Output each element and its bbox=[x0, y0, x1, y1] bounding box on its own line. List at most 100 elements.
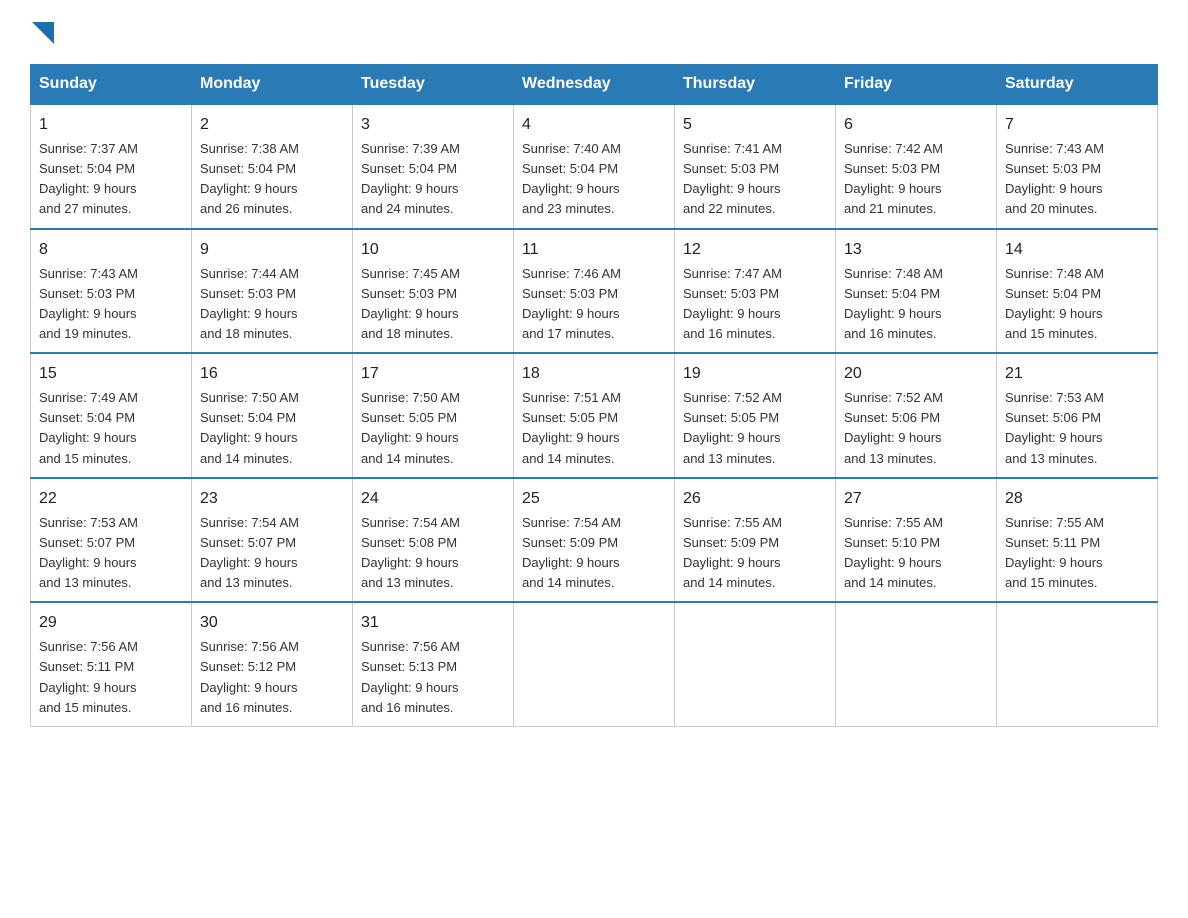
day-number: 30 bbox=[200, 611, 344, 635]
weekday-header-friday: Friday bbox=[836, 65, 997, 105]
calendar-cell: 5 Sunrise: 7:41 AMSunset: 5:03 PMDaylight… bbox=[675, 104, 836, 229]
day-info: Sunrise: 7:56 AMSunset: 5:11 PMDaylight:… bbox=[39, 639, 138, 714]
day-number: 14 bbox=[1005, 238, 1149, 262]
day-number: 8 bbox=[39, 238, 183, 262]
day-info: Sunrise: 7:55 AMSunset: 5:11 PMDaylight:… bbox=[1005, 515, 1104, 590]
calendar-cell: 10Sunrise: 7:45 AMSunset: 5:03 PMDayligh… bbox=[353, 229, 514, 354]
day-number: 27 bbox=[844, 487, 988, 511]
calendar-cell: 25 Sunrise: 7:54 AMSunset: 5:09 PMDayligh… bbox=[514, 478, 675, 603]
calendar-cell: 15 Sunrise: 7:49 AMSunset: 5:04 PMDayligh… bbox=[31, 353, 192, 478]
calendar-cell: 17Sunrise: 7:50 AMSunset: 5:05 PMDayligh… bbox=[353, 353, 514, 478]
calendar-cell: 20Sunrise: 7:52 AMSunset: 5:06 PMDayligh… bbox=[836, 353, 997, 478]
weekday-header-thursday: Thursday bbox=[675, 65, 836, 105]
day-number: 11 bbox=[522, 238, 666, 262]
logo-arrow-icon bbox=[32, 22, 54, 44]
calendar-cell: 24 Sunrise: 7:54 AMSunset: 5:08 PMDayligh… bbox=[353, 478, 514, 603]
calendar-cell: 31 Sunrise: 7:56 AMSunset: 5:13 PMDayligh… bbox=[353, 602, 514, 726]
day-number: 1 bbox=[39, 113, 183, 137]
calendar-cell: 26Sunrise: 7:55 AMSunset: 5:09 PMDayligh… bbox=[675, 478, 836, 603]
day-number: 19 bbox=[683, 362, 827, 386]
calendar-cell: 13Sunrise: 7:48 AMSunset: 5:04 PMDayligh… bbox=[836, 229, 997, 354]
day-number: 7 bbox=[1005, 113, 1149, 137]
day-info: Sunrise: 7:54 AMSunset: 5:09 PMDaylight:… bbox=[522, 515, 621, 590]
weekday-header-sunday: Sunday bbox=[31, 65, 192, 105]
day-number: 24 bbox=[361, 487, 505, 511]
day-info: Sunrise: 7:43 AMSunset: 5:03 PMDaylight:… bbox=[1005, 141, 1104, 216]
calendar-week-row: 1 Sunrise: 7:37 AMSunset: 5:04 PMDaylight… bbox=[31, 104, 1158, 229]
calendar-week-row: 29 Sunrise: 7:56 AMSunset: 5:11 PMDayligh… bbox=[31, 602, 1158, 726]
day-info: Sunrise: 7:55 AMSunset: 5:10 PMDaylight:… bbox=[844, 515, 943, 590]
day-info: Sunrise: 7:51 AMSunset: 5:05 PMDaylight:… bbox=[522, 390, 621, 465]
day-info: Sunrise: 7:44 AMSunset: 5:03 PMDaylight:… bbox=[200, 266, 299, 341]
day-info: Sunrise: 7:38 AMSunset: 5:04 PMDaylight:… bbox=[200, 141, 299, 216]
day-info: Sunrise: 7:56 AMSunset: 5:13 PMDaylight:… bbox=[361, 639, 460, 714]
day-number: 4 bbox=[522, 113, 666, 137]
calendar-cell bbox=[514, 602, 675, 726]
day-number: 9 bbox=[200, 238, 344, 262]
day-info: Sunrise: 7:54 AMSunset: 5:08 PMDaylight:… bbox=[361, 515, 460, 590]
day-number: 22 bbox=[39, 487, 183, 511]
calendar-cell: 8 Sunrise: 7:43 AMSunset: 5:03 PMDaylight… bbox=[31, 229, 192, 354]
day-number: 2 bbox=[200, 113, 344, 137]
day-info: Sunrise: 7:47 AMSunset: 5:03 PMDaylight:… bbox=[683, 266, 782, 341]
calendar-cell: 29 Sunrise: 7:56 AMSunset: 5:11 PMDayligh… bbox=[31, 602, 192, 726]
weekday-header-monday: Monday bbox=[192, 65, 353, 105]
calendar-cell bbox=[997, 602, 1158, 726]
calendar-cell: 7 Sunrise: 7:43 AMSunset: 5:03 PMDaylight… bbox=[997, 104, 1158, 229]
day-info: Sunrise: 7:37 AMSunset: 5:04 PMDaylight:… bbox=[39, 141, 138, 216]
calendar-cell: 4Sunrise: 7:40 AMSunset: 5:04 PMDaylight… bbox=[514, 104, 675, 229]
calendar-week-row: 22 Sunrise: 7:53 AMSunset: 5:07 PMDayligh… bbox=[31, 478, 1158, 603]
calendar-cell: 18 Sunrise: 7:51 AMSunset: 5:05 PMDayligh… bbox=[514, 353, 675, 478]
day-info: Sunrise: 7:55 AMSunset: 5:09 PMDaylight:… bbox=[683, 515, 782, 590]
weekday-header-wednesday: Wednesday bbox=[514, 65, 675, 105]
calendar-cell bbox=[675, 602, 836, 726]
day-info: Sunrise: 7:42 AMSunset: 5:03 PMDaylight:… bbox=[844, 141, 943, 216]
day-info: Sunrise: 7:39 AMSunset: 5:04 PMDaylight:… bbox=[361, 141, 460, 216]
day-info: Sunrise: 7:56 AMSunset: 5:12 PMDaylight:… bbox=[200, 639, 299, 714]
day-number: 18 bbox=[522, 362, 666, 386]
day-number: 16 bbox=[200, 362, 344, 386]
calendar-cell: 14 Sunrise: 7:48 AMSunset: 5:04 PMDayligh… bbox=[997, 229, 1158, 354]
day-number: 10 bbox=[361, 238, 505, 262]
day-number: 21 bbox=[1005, 362, 1149, 386]
calendar-cell: 22 Sunrise: 7:53 AMSunset: 5:07 PMDayligh… bbox=[31, 478, 192, 603]
day-info: Sunrise: 7:43 AMSunset: 5:03 PMDaylight:… bbox=[39, 266, 138, 341]
day-info: Sunrise: 7:53 AMSunset: 5:07 PMDaylight:… bbox=[39, 515, 138, 590]
day-number: 12 bbox=[683, 238, 827, 262]
calendar-cell: 6 Sunrise: 7:42 AMSunset: 5:03 PMDaylight… bbox=[836, 104, 997, 229]
calendar-table: SundayMondayTuesdayWednesdayThursdayFrid… bbox=[30, 64, 1158, 727]
day-info: Sunrise: 7:52 AMSunset: 5:05 PMDaylight:… bbox=[683, 390, 782, 465]
calendar-cell: 21 Sunrise: 7:53 AMSunset: 5:06 PMDayligh… bbox=[997, 353, 1158, 478]
day-info: Sunrise: 7:53 AMSunset: 5:06 PMDaylight:… bbox=[1005, 390, 1104, 465]
day-info: Sunrise: 7:49 AMSunset: 5:04 PMDaylight:… bbox=[39, 390, 138, 465]
calendar-cell bbox=[836, 602, 997, 726]
day-info: Sunrise: 7:46 AMSunset: 5:03 PMDaylight:… bbox=[522, 266, 621, 341]
calendar-cell: 27 Sunrise: 7:55 AMSunset: 5:10 PMDayligh… bbox=[836, 478, 997, 603]
day-info: Sunrise: 7:52 AMSunset: 5:06 PMDaylight:… bbox=[844, 390, 943, 465]
day-info: Sunrise: 7:54 AMSunset: 5:07 PMDaylight:… bbox=[200, 515, 299, 590]
day-number: 23 bbox=[200, 487, 344, 511]
day-info: Sunrise: 7:41 AMSunset: 5:03 PMDaylight:… bbox=[683, 141, 782, 216]
day-number: 6 bbox=[844, 113, 988, 137]
day-number: 31 bbox=[361, 611, 505, 635]
calendar-cell: 11 Sunrise: 7:46 AMSunset: 5:03 PMDayligh… bbox=[514, 229, 675, 354]
day-number: 15 bbox=[39, 362, 183, 386]
calendar-cell: 30 Sunrise: 7:56 AMSunset: 5:12 PMDayligh… bbox=[192, 602, 353, 726]
weekday-header-tuesday: Tuesday bbox=[353, 65, 514, 105]
logo bbox=[30, 20, 54, 44]
calendar-week-row: 8 Sunrise: 7:43 AMSunset: 5:03 PMDaylight… bbox=[31, 229, 1158, 354]
calendar-cell: 2 Sunrise: 7:38 AMSunset: 5:04 PMDaylight… bbox=[192, 104, 353, 229]
day-info: Sunrise: 7:48 AMSunset: 5:04 PMDaylight:… bbox=[844, 266, 943, 341]
calendar-week-row: 15 Sunrise: 7:49 AMSunset: 5:04 PMDayligh… bbox=[31, 353, 1158, 478]
day-number: 5 bbox=[683, 113, 827, 137]
day-info: Sunrise: 7:48 AMSunset: 5:04 PMDaylight:… bbox=[1005, 266, 1104, 341]
calendar-cell: 1 Sunrise: 7:37 AMSunset: 5:04 PMDaylight… bbox=[31, 104, 192, 229]
day-info: Sunrise: 7:50 AMSunset: 5:04 PMDaylight:… bbox=[200, 390, 299, 465]
day-number: 3 bbox=[361, 113, 505, 137]
calendar-cell: 12 Sunrise: 7:47 AMSunset: 5:03 PMDayligh… bbox=[675, 229, 836, 354]
weekday-header-saturday: Saturday bbox=[997, 65, 1158, 105]
day-number: 29 bbox=[39, 611, 183, 635]
day-number: 25 bbox=[522, 487, 666, 511]
calendar-cell: 16 Sunrise: 7:50 AMSunset: 5:04 PMDayligh… bbox=[192, 353, 353, 478]
calendar-cell: 28Sunrise: 7:55 AMSunset: 5:11 PMDayligh… bbox=[997, 478, 1158, 603]
